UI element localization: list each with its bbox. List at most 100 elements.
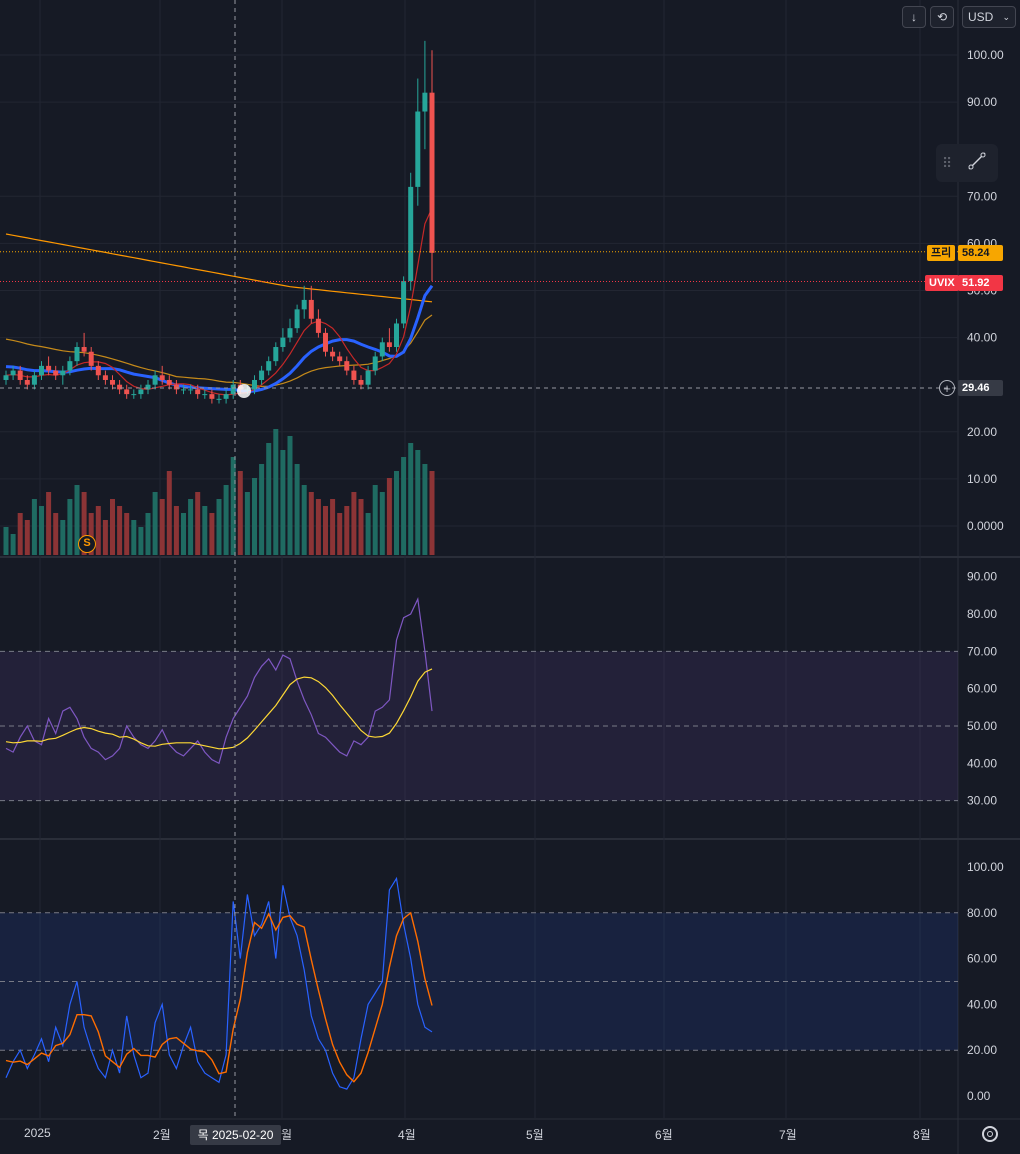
volume-bar xyxy=(39,506,44,555)
time-label-mar: 월 xyxy=(281,1128,293,1142)
stoch-tick-label: 80.00 xyxy=(967,906,997,920)
candle-body xyxy=(152,375,158,385)
candle-body xyxy=(372,356,378,371)
rsi-tick-label: 90.00 xyxy=(967,570,997,584)
time-label-2025: 2025 xyxy=(24,1126,51,1140)
volume-bar xyxy=(138,527,144,555)
candle-body xyxy=(3,375,9,380)
rsi-tick-label: 40.00 xyxy=(967,756,997,770)
download-button[interactable]: ↓ xyxy=(902,6,926,28)
candle-body xyxy=(379,342,385,357)
currency-select[interactable]: USD ⌄ xyxy=(962,6,1016,28)
volume-bar xyxy=(394,471,399,555)
add-alert-icon[interactable]: + xyxy=(939,380,955,396)
volume-bar xyxy=(209,513,215,555)
chart-canvas[interactable]: 100.00 90.00 70.00 60.00 50.00 40.00 20.00 10.0… xyxy=(0,0,1020,1154)
candle-body xyxy=(287,328,293,338)
volume-bar xyxy=(301,485,307,555)
rsi-tick-label: 70.00 xyxy=(967,644,997,658)
candle-body xyxy=(124,389,130,395)
price-tick-label: 100.00 xyxy=(967,48,1004,62)
volume-bar xyxy=(3,527,9,555)
candle-body xyxy=(365,370,371,385)
candle-body xyxy=(145,384,151,390)
candle-body xyxy=(323,332,328,352)
candle-body xyxy=(81,347,87,352)
signal-badge[interactable]: S xyxy=(78,535,96,553)
candle-body xyxy=(159,375,165,380)
volume-bar xyxy=(273,429,279,555)
candle-body xyxy=(280,337,286,348)
floating-drawing-toolbar[interactable]: ⠿ xyxy=(936,144,998,182)
time-label-jul: 7월 xyxy=(779,1128,797,1142)
volume-bar xyxy=(10,534,16,555)
volume-bar xyxy=(351,492,357,555)
volume-bar xyxy=(53,513,59,555)
candle-body xyxy=(301,299,307,310)
candle-body xyxy=(53,370,59,376)
trendline-icon[interactable] xyxy=(966,150,988,177)
candle-body xyxy=(273,347,279,362)
candle-body xyxy=(344,361,350,371)
currency-label: USD xyxy=(968,10,994,24)
volume-bar xyxy=(166,471,172,555)
volume-bar xyxy=(337,513,343,555)
stoch-tick-label: 20.00 xyxy=(967,1043,997,1057)
rsi-tick-label: 50.00 xyxy=(967,719,997,733)
chevron-down-icon: ⌄ xyxy=(1002,11,1010,22)
volume-bar xyxy=(188,499,194,555)
candle-body xyxy=(10,370,16,376)
volume-bar xyxy=(422,464,428,555)
volume-bar xyxy=(287,436,293,555)
candle-body xyxy=(195,389,201,395)
volume-bar xyxy=(102,520,108,555)
volume-bar xyxy=(31,499,37,555)
candle-body xyxy=(67,361,73,371)
candle-body xyxy=(429,92,435,253)
stoch-tick-label: 60.00 xyxy=(967,952,997,966)
rsi-tick-label: 60.00 xyxy=(967,682,997,696)
volume-bar xyxy=(429,471,435,555)
replay-icon: ⟲ xyxy=(936,10,948,24)
stoch-tick-label: 100.00 xyxy=(967,860,1004,874)
time-label-aug: 8월 xyxy=(913,1128,931,1142)
candle-body xyxy=(202,394,208,396)
candle-body xyxy=(24,379,30,385)
replay-button[interactable]: ⟲ xyxy=(930,6,954,28)
candle-body xyxy=(31,375,37,385)
symbol-label-tag: UVIX xyxy=(925,275,959,291)
volume-bar xyxy=(408,443,414,555)
candle-body xyxy=(315,318,321,333)
premarket-label-tag: 프리 xyxy=(927,245,956,261)
settings-gear-icon[interactable] xyxy=(982,1126,998,1142)
volume-bar xyxy=(124,513,130,555)
volume-bar xyxy=(401,457,407,555)
price-tick-label: 10.00 xyxy=(967,472,997,486)
drag-handle-icon[interactable]: ⠿ xyxy=(942,155,952,172)
candle-body xyxy=(181,389,186,391)
candle-body xyxy=(17,370,23,380)
crosshair-date-label: 목 2025-02-20 xyxy=(190,1125,281,1145)
price-tick-label: 70.00 xyxy=(967,189,997,203)
candle-body xyxy=(60,370,66,376)
volume-bar xyxy=(259,464,265,555)
premarket-price-tag: 58.24 xyxy=(958,245,1003,261)
time-label-apr: 4월 xyxy=(398,1128,416,1142)
volume-bar xyxy=(117,506,123,555)
candle-body xyxy=(294,309,300,329)
volume-bar xyxy=(379,492,385,555)
candle-body xyxy=(408,186,414,282)
volume-bar xyxy=(308,492,314,555)
volume-bar xyxy=(131,520,137,555)
volume-bar xyxy=(280,450,286,555)
stoch-tick-label: 40.00 xyxy=(967,997,997,1011)
volume-bar xyxy=(67,499,73,555)
volume-bar xyxy=(358,499,364,555)
arrow-down-icon: ↓ xyxy=(911,10,917,24)
candle-body xyxy=(266,361,272,371)
candle-body xyxy=(308,299,314,319)
volume-bar xyxy=(173,506,179,555)
signal-badge-label: S xyxy=(83,537,91,549)
volume-bar xyxy=(266,443,272,555)
candle-body xyxy=(117,384,123,390)
